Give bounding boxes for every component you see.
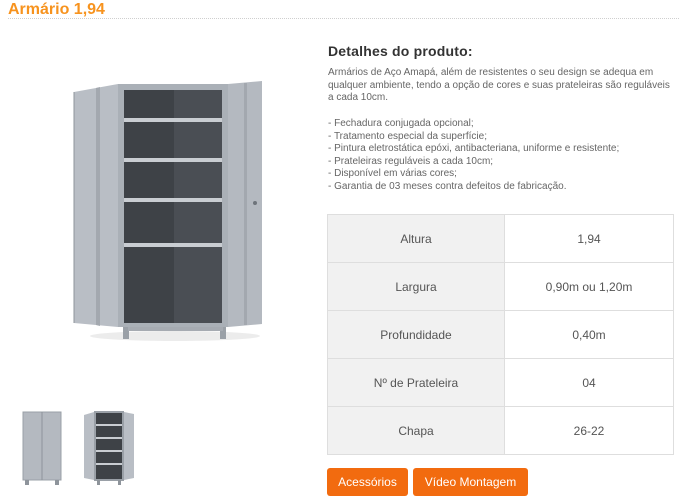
spec-label: Altura (327, 214, 505, 263)
spec-value: 0,40m (504, 310, 674, 359)
spec-value: 0,90m ou 1,20m (504, 262, 674, 311)
product-description: Armários de Aço Amapá, além de resistent… (328, 67, 670, 103)
feature-item: Prateleiras reguláveis a cada 10cm; (328, 156, 678, 169)
feature-item: Garantia de 03 meses contra defeitos de … (328, 181, 678, 194)
feature-item: Disponível em várias cores; (328, 168, 678, 181)
feature-item: Pintura eletrostática epóxi, antibacteri… (328, 143, 678, 156)
spec-label: Chapa (327, 406, 505, 455)
spec-label: Profundidade (327, 310, 505, 359)
spec-value: 1,94 (504, 214, 674, 263)
spec-row: Largura 0,90m ou 1,20m (327, 262, 674, 311)
spec-table: Altura 1,94 Largura 0,90m ou 1,20m Profu… (327, 214, 674, 455)
thumbnail-closed-cabinet[interactable] (14, 409, 70, 487)
accessories-button[interactable]: Acessórios (327, 468, 408, 496)
spec-row: Altura 1,94 (327, 214, 674, 263)
title-divider (8, 18, 679, 19)
spec-row: Chapa 26-22 (327, 406, 674, 455)
spec-value: 26-22 (504, 406, 674, 455)
spec-label: Nº de Prateleira (327, 358, 505, 407)
details-heading: Detalhes do produto: (328, 43, 473, 59)
thumbnail-open-cabinet[interactable] (80, 409, 136, 487)
feature-item: Fechadura conjugada opcional; (328, 118, 678, 131)
spec-label: Largura (327, 262, 505, 311)
product-main-image (73, 81, 262, 341)
video-assembly-button[interactable]: Vídeo Montagem (413, 468, 528, 496)
feature-item: Tratamento especial da superfície; (328, 131, 678, 144)
feature-list: Fechadura conjugada opcional; Tratamento… (328, 118, 678, 194)
spec-row: Profundidade 0,40m (327, 310, 674, 359)
spec-row: Nº de Prateleira 04 (327, 358, 674, 407)
product-title: Armário 1,94 (8, 1, 105, 18)
spec-value: 04 (504, 358, 674, 407)
